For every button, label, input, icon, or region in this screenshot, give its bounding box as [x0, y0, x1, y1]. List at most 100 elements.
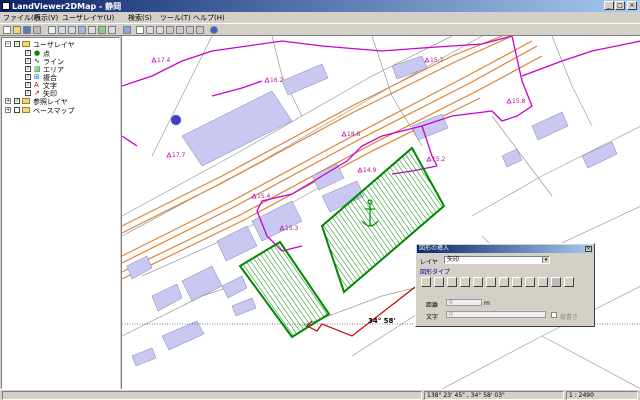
open-icon[interactable] — [13, 26, 21, 34]
layer-label: レイヤ — [420, 259, 438, 266]
expand-icon[interactable]: + — [5, 107, 11, 113]
text-input[interactable]: 0 — [446, 311, 546, 318]
tree-item-text[interactable]: ✓ A 文字 — [16, 81, 106, 90]
label-15-8: 15.8 — [512, 98, 526, 105]
tree-item-composite[interactable]: ✓ ⊞ 複合 — [16, 73, 106, 82]
pan-icon[interactable] — [88, 26, 96, 34]
checkbox-icon[interactable]: ✓ — [25, 82, 31, 88]
save-icon[interactable] — [23, 26, 31, 34]
expand-icon[interactable]: + — [5, 98, 11, 104]
new-icon[interactable] — [3, 26, 11, 34]
text-label: 文字 — [426, 314, 439, 321]
layer-icon[interactable] — [123, 26, 131, 34]
checkbox-icon[interactable]: ✓ — [25, 50, 31, 56]
line-tool-icon[interactable] — [156, 26, 164, 34]
chevron-down-icon[interactable]: ▾ — [542, 257, 549, 263]
status-message — [2, 391, 422, 400]
vertical-label: 縦書き — [560, 314, 579, 321]
dialog-close-button[interactable]: × — [585, 246, 592, 252]
tree-item-arrow[interactable]: ✓ ↗ 矢印 — [16, 89, 106, 98]
minimize-button[interactable]: _ — [604, 1, 614, 10]
application-window: LandViewer2DMap - 静岡 _ □ × ファイル(F) 表示(V)… — [0, 0, 640, 400]
shape-arrow-icon[interactable] — [551, 277, 561, 287]
point-icon: ● — [34, 49, 41, 57]
hand-icon[interactable] — [108, 26, 116, 34]
map-canvas[interactable]: 17.4 16.2 15.8 17.7 18.6 15.7 14.9 15.2 … — [122, 36, 640, 389]
refresh-icon[interactable] — [98, 26, 106, 34]
print-icon[interactable] — [33, 26, 41, 34]
label-15-3: 15.3 — [285, 225, 299, 232]
checkbox-icon[interactable]: ✓ — [25, 90, 31, 96]
tree-item-point[interactable]: ✓ ● 点 — [16, 49, 106, 58]
close-button[interactable]: × — [627, 1, 637, 10]
shape-fill-icon[interactable] — [538, 277, 548, 287]
menu-tools[interactable]: ツール(T) — [160, 13, 191, 23]
collapse-icon[interactable]: − — [5, 41, 11, 47]
status-scale: 1 : 2490 — [566, 391, 638, 400]
shape-freehand-icon[interactable] — [486, 277, 496, 287]
shape-line-icon[interactable] — [434, 277, 444, 287]
label-15-7: 15.7 — [430, 57, 444, 64]
shape-area-icon[interactable] — [460, 277, 470, 287]
tree-item-ref-layer[interactable]: + ✓ 参照レイヤ — [5, 97, 115, 106]
area-icon: ▧ — [34, 65, 41, 73]
dialog-title: 図形の挿入 — [417, 245, 593, 253]
area-polygon-small[interactable] — [238, 240, 331, 339]
label-18-6: 18.6 — [347, 131, 361, 138]
layer-select-value: 矢印 — [447, 256, 460, 263]
composite-icon: ⊞ — [34, 73, 40, 81]
checkbox-icon[interactable] — [14, 107, 20, 113]
window-title: LandViewer2DMap - 静岡 — [12, 2, 122, 11]
layer-select[interactable]: 矢印 ▾ — [444, 256, 550, 264]
tree-item-base-map[interactable]: + ベースマップ — [5, 106, 115, 115]
label-17-4: 17.4 — [157, 57, 171, 64]
checkbox-icon[interactable]: ✓ — [25, 58, 31, 64]
checkbox-icon[interactable]: ✓ — [14, 41, 20, 47]
line-icon: ∿ — [34, 57, 40, 65]
info-icon[interactable] — [210, 26, 218, 34]
area-tool-icon[interactable] — [176, 26, 184, 34]
measure-icon[interactable] — [146, 26, 154, 34]
label-15-4: 15.4 — [257, 193, 271, 200]
zoom-in-icon[interactable] — [58, 26, 66, 34]
maximize-button[interactable]: □ — [615, 1, 625, 10]
insert-shape-dialog: 図形の挿入 × レイヤ 矢印 ▾ 図形タイプ 距離 0 m 文字 0 縦書き — [415, 243, 595, 327]
menu-user-layer[interactable]: ユーザレイヤ(U) — [62, 13, 114, 23]
latitude-label: 34° 58' — [368, 317, 396, 325]
pointer-icon[interactable] — [48, 26, 56, 34]
delete-icon[interactable] — [196, 26, 204, 34]
tree-item-user-layer[interactable]: − ✓ ユーザレイヤ — [5, 40, 115, 49]
menu-help[interactable]: ヘルプ(H) — [193, 13, 225, 23]
label-14-9: 14.9 — [363, 167, 377, 174]
distance-input[interactable]: 0 — [446, 299, 482, 306]
text-tool-icon[interactable] — [186, 26, 194, 34]
menu-bar: ファイル(F) 表示(V) ユーザレイヤ(U) 検索(S) ツール(T) ヘルプ… — [0, 12, 640, 23]
shape-point-icon[interactable] — [421, 277, 431, 287]
menu-search[interactable]: 検索(S) — [128, 13, 152, 23]
title-bar: LandViewer2DMap - 静岡 _ □ × — [0, 0, 640, 12]
page-icon[interactable] — [136, 26, 144, 34]
app-icon — [2, 2, 10, 10]
tree-item-line[interactable]: ✓ ∿ ライン — [16, 57, 106, 66]
toolbar — [0, 23, 640, 36]
checkbox-icon[interactable]: ✓ — [14, 98, 20, 104]
layer-tree: − ✓ ユーザレイヤ ✓ ● 点 ✓ ∿ ライン ✓ ▧ エリア ✓ ⊞ 複合 … — [1, 37, 120, 389]
text-icon: A — [34, 81, 39, 89]
shape-circle-icon[interactable] — [512, 277, 522, 287]
checkbox-icon[interactable]: ✓ — [25, 66, 31, 72]
zoom-out-icon[interactable] — [68, 26, 76, 34]
zoom-area-icon[interactable] — [78, 26, 86, 34]
checkbox-icon[interactable]: ✓ — [25, 74, 31, 80]
shape-curve-icon[interactable] — [473, 277, 483, 287]
shape-text-icon[interactable] — [564, 277, 574, 287]
map-view[interactable]: 17.4 16.2 15.8 17.7 18.6 15.7 14.9 15.2 … — [121, 36, 640, 389]
menu-view[interactable]: 表示(V) — [34, 13, 58, 23]
folder-icon — [22, 98, 30, 104]
shape-ellipse-icon[interactable] — [525, 277, 535, 287]
point-tool-icon[interactable] — [166, 26, 174, 34]
vertical-checkbox[interactable] — [551, 312, 557, 318]
shape-type-label: 図形タイプ — [420, 269, 451, 276]
shape-hatch-icon[interactable] — [499, 277, 509, 287]
tree-item-area[interactable]: ✓ ▧ エリア — [16, 65, 106, 74]
shape-polyline-icon[interactable] — [447, 277, 457, 287]
